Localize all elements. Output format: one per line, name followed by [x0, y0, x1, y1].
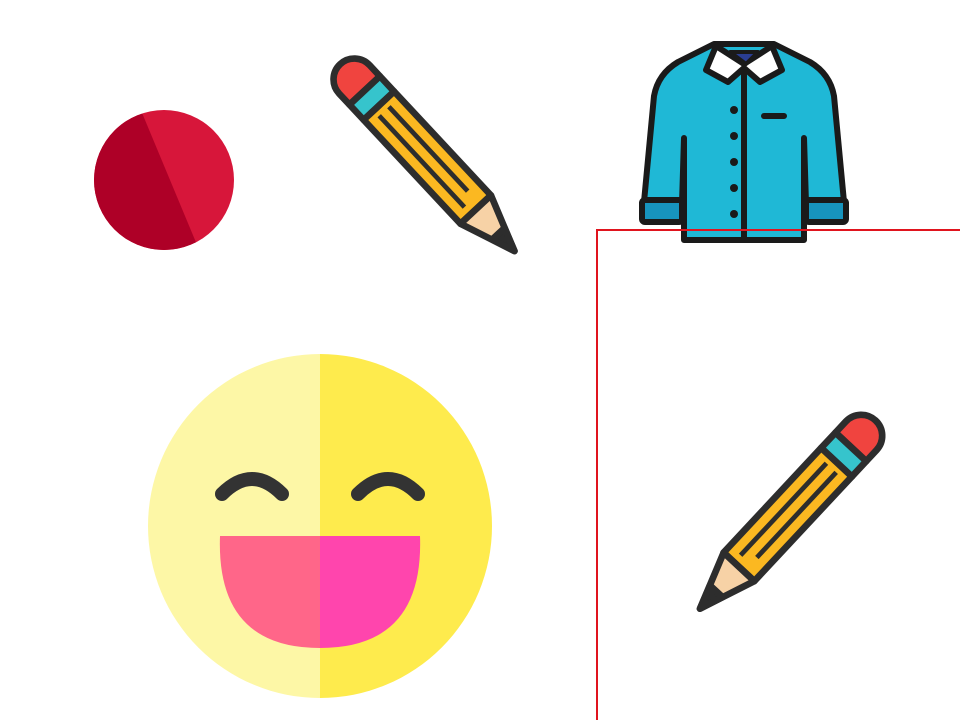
shirt-icon[interactable]: [634, 34, 854, 250]
pencil-icon[interactable]: [292, 26, 582, 310]
laughing-face-icon[interactable]: [146, 352, 494, 700]
canvas: [0, 0, 960, 720]
red-circle-icon[interactable]: [92, 108, 236, 252]
pencil-icon[interactable]: [634, 382, 922, 668]
